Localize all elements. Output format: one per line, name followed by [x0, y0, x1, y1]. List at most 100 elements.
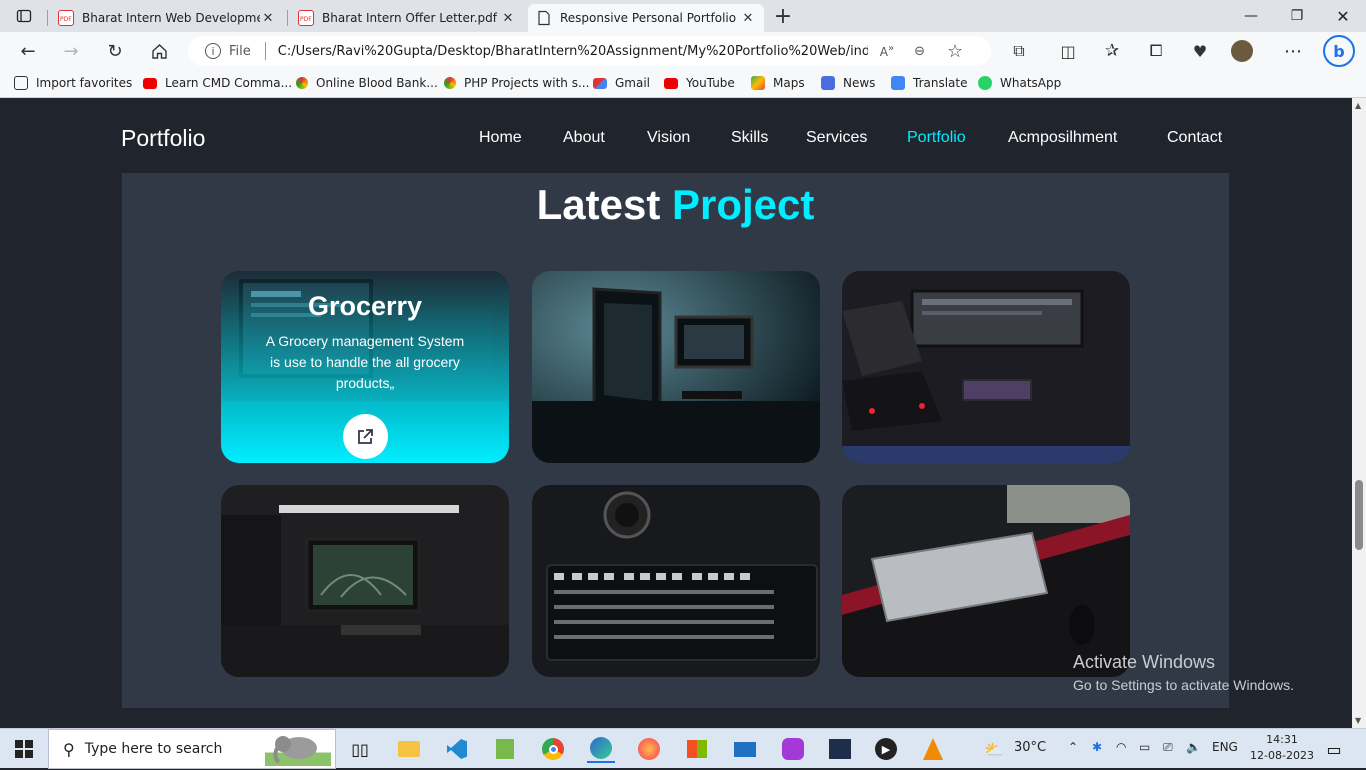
windows-logo-icon	[15, 740, 33, 758]
language-indicator[interactable]: ENG	[1212, 740, 1238, 754]
favorite-gmail[interactable]: Gmail	[593, 76, 650, 90]
scroll-down-icon[interactable]: ▼	[1355, 716, 1361, 725]
page-icon	[536, 10, 552, 26]
volume-icon[interactable]: 🔈	[1186, 740, 1201, 754]
project-card[interactable]	[842, 271, 1130, 463]
weather-icon[interactable]: ⛅	[980, 735, 1008, 763]
favorite-news[interactable]: News	[821, 76, 875, 90]
show-hidden-icons[interactable]: ⌃	[1068, 740, 1078, 754]
bing-chat-icon[interactable]: b	[1323, 35, 1355, 67]
nav-accomplishment[interactable]: Acmposilhment	[1008, 129, 1117, 147]
tab-title: Bharat Intern Web Development	[82, 11, 260, 25]
display-icon[interactable]: ⎚	[1163, 740, 1173, 755]
wifi-icon[interactable]: ◠	[1116, 740, 1126, 754]
taskbar-search[interactable]: ⚲ Type here to search	[48, 729, 336, 769]
scroll-up-icon[interactable]: ▲	[1355, 101, 1361, 110]
favorite-import[interactable]: Import favorites	[14, 76, 132, 90]
terminal-icon[interactable]	[826, 735, 854, 763]
favorite-cmd[interactable]: Learn CMD Comma...	[143, 76, 292, 90]
bluetooth-icon[interactable]: ✱	[1092, 740, 1102, 754]
file-explorer-icon[interactable]	[395, 735, 423, 763]
battery-icon[interactable]: ▭	[1139, 740, 1150, 754]
collections-icon[interactable]: ⧠	[1141, 36, 1171, 66]
project-description: A Grocery management System is use to ha…	[265, 333, 465, 391]
nav-vision[interactable]: Vision	[647, 129, 690, 147]
performance-icon[interactable]: ♥	[1185, 36, 1215, 66]
clock-time: 14:31	[1266, 733, 1298, 746]
tab-title: Bharat Intern Offer Letter.pdf	[322, 11, 497, 25]
nav-contact[interactable]: Contact	[1167, 129, 1222, 147]
tab-web-development[interactable]: PDF Bharat Intern Web Development ✕	[50, 4, 284, 32]
nav-about[interactable]: About	[563, 129, 605, 147]
project-card[interactable]	[532, 271, 820, 463]
refresh-icon[interactable]: ↻	[100, 36, 130, 66]
minimize-icon[interactable]: —	[1228, 0, 1274, 32]
scrollbar-thumb[interactable]	[1355, 480, 1363, 550]
site-logo[interactable]: Portfolio	[121, 125, 205, 152]
media-player-icon[interactable]: ▶	[872, 735, 900, 763]
favorite-whatsapp[interactable]: WhatsApp	[978, 76, 1061, 90]
favorite-star-icon[interactable]: ☆	[947, 41, 963, 62]
home-icon[interactable]	[144, 36, 174, 66]
read-aloud-icon[interactable]: A»	[880, 43, 894, 59]
nav-portfolio[interactable]: Portfolio	[907, 129, 966, 147]
vlc-icon[interactable]	[919, 735, 947, 763]
project-card[interactable]	[221, 485, 509, 677]
favorite-label: News	[843, 76, 876, 90]
browser-tab-bar: PDF Bharat Intern Web Development ✕ PDF …	[0, 0, 1366, 32]
favorite-maps[interactable]: Maps	[751, 76, 805, 90]
edge-icon[interactable]	[587, 735, 615, 763]
back-icon[interactable]: ←	[13, 36, 43, 66]
favorite-blood-bank[interactable]: Online Blood Bank...	[296, 76, 438, 90]
vscode-icon[interactable]	[443, 735, 471, 763]
favorites-icon[interactable]: ✰	[1097, 36, 1127, 66]
store-icon[interactable]	[683, 735, 711, 763]
zoom-icon[interactable]: ⊖	[914, 44, 925, 59]
favorite-php[interactable]: PHP Projects with s...	[444, 76, 589, 90]
temperature[interactable]: 30°C	[1014, 740, 1046, 755]
tab-offer-letter[interactable]: PDF Bharat Intern Offer Letter.pdf ✕	[290, 4, 524, 32]
forward-icon[interactable]: →	[56, 36, 86, 66]
restore-icon[interactable]: ❐	[1274, 0, 1320, 32]
favorite-translate[interactable]: Translate	[891, 76, 968, 90]
tab-separator	[47, 10, 48, 26]
close-window-icon[interactable]: ✕	[1320, 0, 1366, 32]
project-image	[842, 271, 1130, 463]
info-icon[interactable]: i	[205, 43, 221, 59]
nav-home[interactable]: Home	[479, 129, 522, 147]
gmail-icon	[593, 77, 607, 89]
nav-services[interactable]: Services	[806, 129, 867, 147]
project-card[interactable]: Grocerry A Grocery management System is …	[221, 271, 509, 463]
close-tab-icon[interactable]: ✕	[740, 11, 756, 26]
clock[interactable]: 14:31 12-08-2023	[1250, 732, 1314, 764]
tab-actions-icon[interactable]	[9, 1, 39, 31]
close-tab-icon[interactable]: ✕	[500, 11, 516, 26]
notepad-icon[interactable]	[491, 735, 519, 763]
portfolio-section: Latest Project Grocerry A Grocery manage…	[122, 173, 1229, 708]
project-card[interactable]	[532, 485, 820, 677]
whatsapp-icon	[978, 76, 992, 90]
wps-icon[interactable]	[779, 735, 807, 763]
more-icon[interactable]: ⋯	[1278, 36, 1308, 66]
extensions-icon[interactable]: ⧉	[1004, 36, 1034, 66]
task-view-icon[interactable]: ▯▯	[346, 735, 374, 763]
notifications-icon[interactable]: ▭	[1320, 735, 1348, 763]
start-button[interactable]	[10, 735, 38, 763]
page-scrollbar[interactable]: ▲ ▼	[1352, 98, 1366, 728]
nav-skills[interactable]: Skills	[731, 129, 768, 147]
close-tab-icon[interactable]: ✕	[260, 11, 276, 26]
project-image	[532, 485, 820, 677]
new-tab-icon[interactable]: +	[768, 1, 798, 31]
tab-portfolio[interactable]: Responsive Personal Portfolio We ✕	[528, 4, 764, 32]
firefox-icon[interactable]	[635, 735, 663, 763]
favorite-youtube[interactable]: YouTube	[664, 76, 735, 90]
favorite-label: Translate	[913, 76, 968, 90]
chrome-icon[interactable]	[539, 735, 567, 763]
profile-avatar[interactable]	[1231, 40, 1253, 62]
external-link-button[interactable]	[342, 414, 388, 459]
mail-icon[interactable]	[731, 735, 759, 763]
url-bar[interactable]: i File C:/Users/Ravi%20Gupta/Desktop/Bha…	[188, 36, 991, 66]
split-screen-icon[interactable]: ◫	[1053, 36, 1083, 66]
project-image	[532, 271, 820, 463]
project-card[interactable]	[842, 485, 1130, 677]
